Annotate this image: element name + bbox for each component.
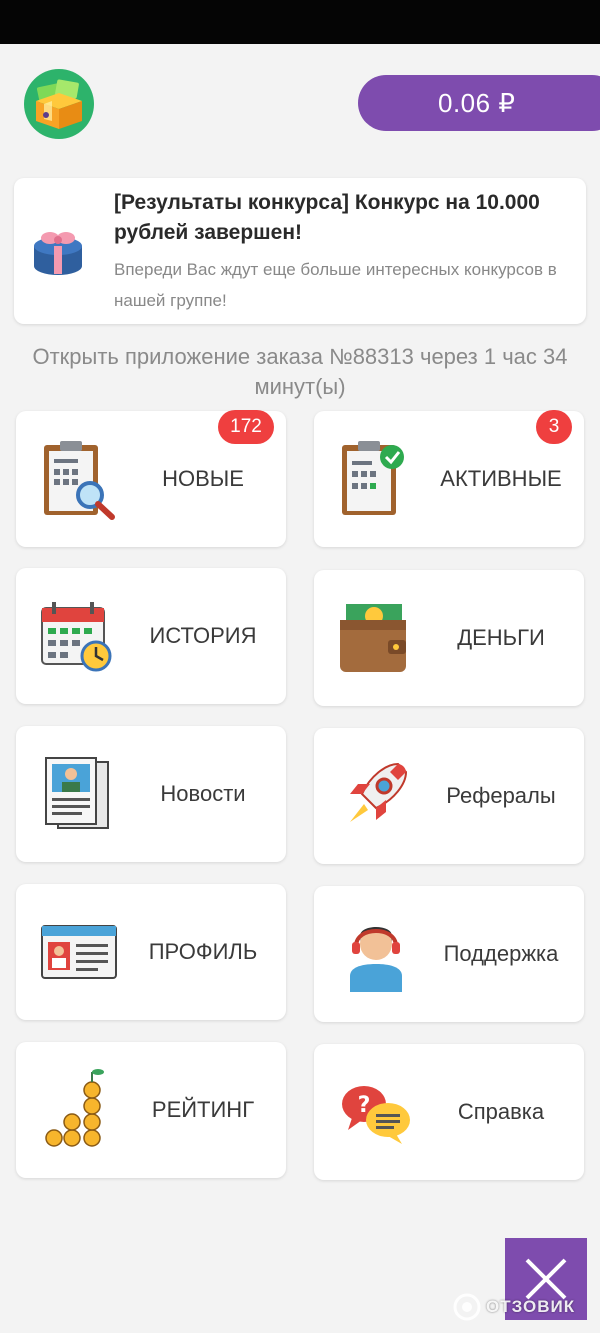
tile-label: ПРОФИЛЬ (148, 939, 258, 964)
tile-support[interactable]: Поддержка (314, 886, 584, 1022)
gift-box-icon (24, 218, 92, 284)
tile-history[interactable]: ИСТОРИЯ (16, 568, 286, 704)
clipboard-check-icon (342, 441, 404, 515)
tile-profile[interactable]: ПРОФИЛЬ (16, 884, 286, 1020)
order-timer-text: Открыть приложение заказа №88313 через 1… (32, 344, 568, 399)
tile-help[interactable]: ? Справка (314, 1044, 584, 1180)
tile-label: РЕЙТИНГ (151, 1097, 255, 1122)
newspaper-icon (45, 757, 109, 829)
calendar-clock-icon (41, 602, 112, 672)
status-bar (0, 0, 600, 44)
news-card[interactable]: [Результаты конкурса] Конкурс на 10.000 … (14, 178, 586, 324)
tile-referrals[interactable]: Рефералы (314, 728, 584, 864)
tile-active-orders[interactable]: АКТИВНЫЕ 3 (314, 410, 584, 547)
watermark: ОТЗОВИК (452, 1290, 592, 1324)
watermark-text: ОТЗОВИК (486, 1297, 576, 1316)
news-image (24, 218, 92, 284)
tile-label: Новости (160, 781, 246, 806)
news-text: Впереди Вас ждут еще больше интересных к… (114, 260, 557, 310)
news-title: [Результаты конкурса] Конкурс на 10.000 … (114, 191, 540, 244)
app-logo[interactable] (24, 69, 94, 139)
chat-bubbles-icon: ? (342, 1086, 410, 1144)
new-count-badge: 172 (218, 410, 274, 444)
active-count-badge: 3 (536, 410, 572, 444)
tile-new-orders[interactable]: НОВЫЕ 172 (16, 410, 286, 547)
rocket-icon (350, 762, 408, 822)
tile-money[interactable]: ДЕНЬГИ (314, 570, 584, 706)
clipboard-search-icon (44, 441, 115, 520)
watermark-logo-icon (453, 1293, 481, 1321)
balance-pill[interactable]: 0.06 ₽ (358, 75, 600, 131)
tile-rating[interactable]: РЕЙТИНГ (16, 1042, 286, 1178)
tile-label: Справка (457, 1099, 545, 1124)
tile-label: Рефералы (446, 783, 556, 808)
tile-label: ДЕНЬГИ (457, 625, 545, 650)
tile-label: ИСТОРИЯ (149, 623, 257, 648)
coins-stack-icon (45, 1069, 104, 1147)
profile-card-icon (41, 925, 117, 979)
gift-box-icon (36, 79, 82, 129)
wallet-icon (340, 604, 406, 672)
tile-news[interactable]: Новости (16, 726, 286, 862)
headset-operator-icon (350, 927, 402, 992)
tile-label: Поддержка (443, 941, 559, 966)
